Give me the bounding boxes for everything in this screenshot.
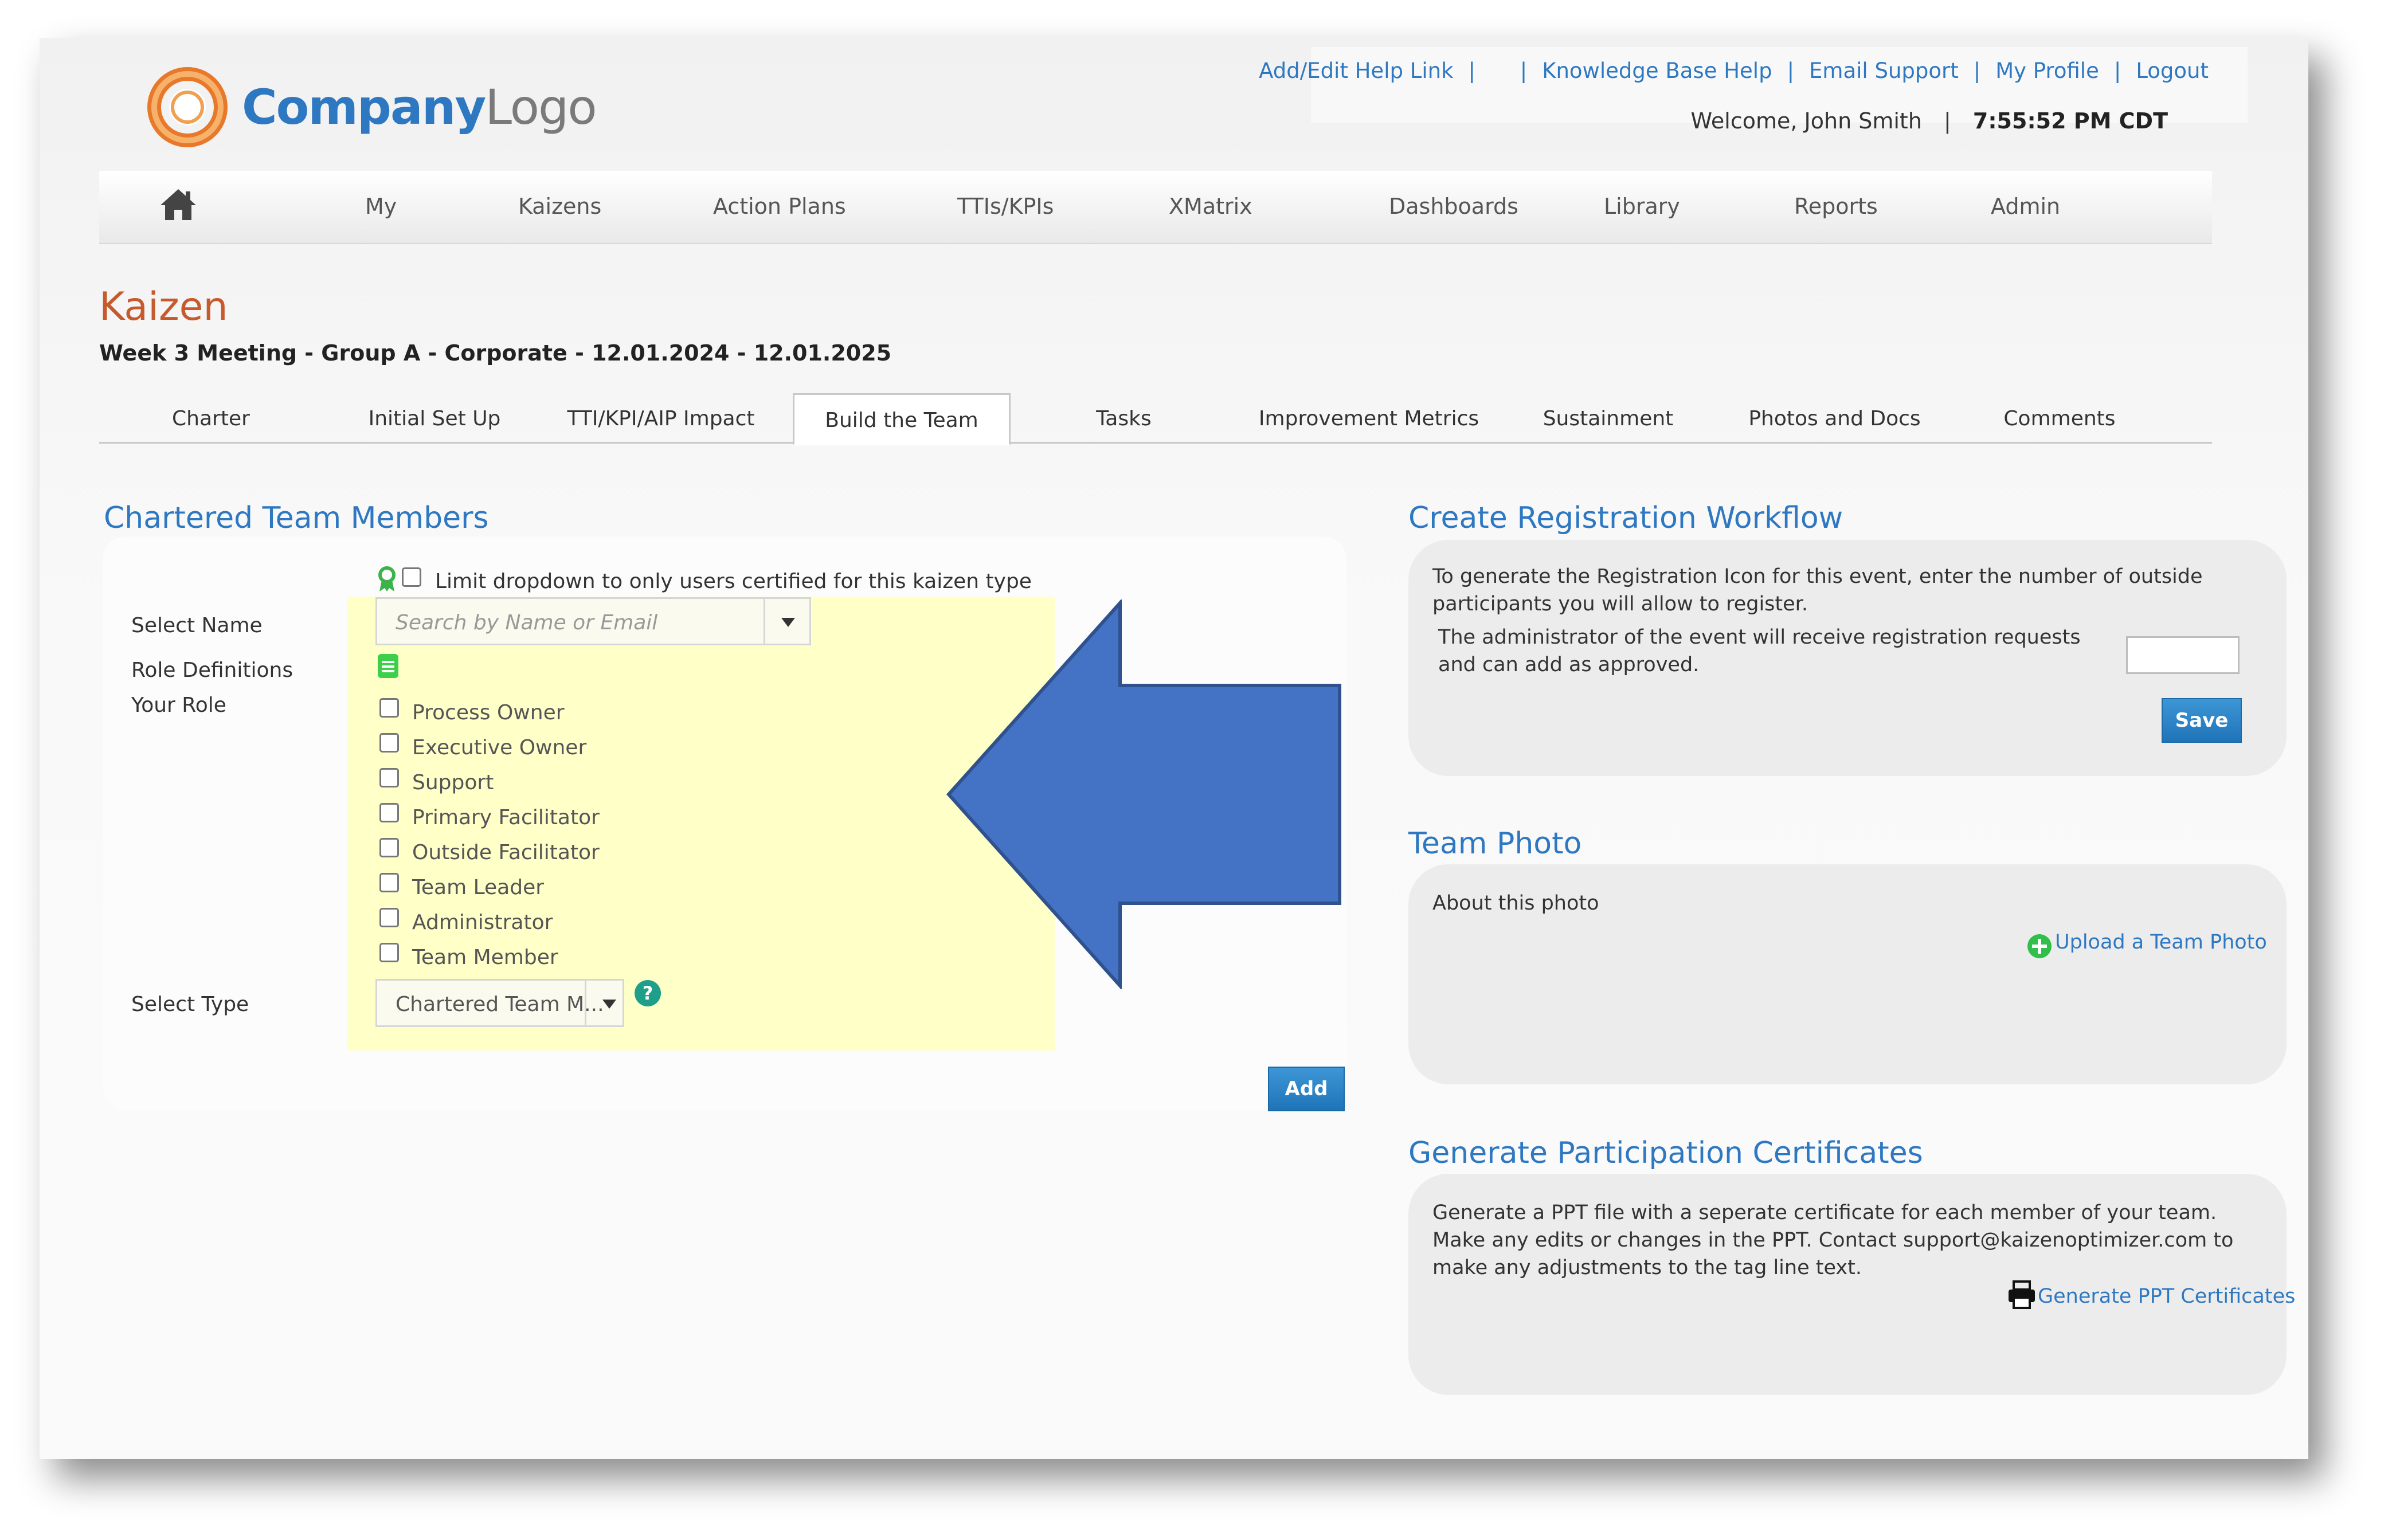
limit-dropdown-label: Limit dropdown to only users certified f… bbox=[435, 570, 1032, 593]
role-label-primary-facilitator: Primary Facilitator bbox=[412, 806, 600, 829]
page: CompanyLogo Add/Edit Help Link | | Knowled… bbox=[40, 38, 2308, 1459]
help-icon[interactable]: ? bbox=[633, 979, 662, 1008]
nav-ttis-kpis[interactable]: TTIs/KPIs bbox=[957, 194, 1054, 219]
separator: | bbox=[2113, 58, 2121, 83]
plus-circle-icon[interactable] bbox=[2026, 933, 2053, 959]
my-profile-link[interactable]: My Profile bbox=[1995, 58, 2099, 83]
your-role-label: Your Role bbox=[131, 693, 226, 717]
chevron-down-icon[interactable] bbox=[764, 599, 809, 644]
role-checkbox-team-leader[interactable] bbox=[379, 873, 399, 892]
screenshot-frame: CompanyLogo Add/Edit Help Link | | Knowled… bbox=[40, 38, 2308, 1459]
nav-action-plans[interactable]: Action Plans bbox=[713, 194, 846, 219]
separator: | bbox=[1468, 58, 1475, 83]
role-label-support: Support bbox=[412, 771, 494, 794]
select-type-label: Select Type bbox=[131, 993, 249, 1016]
tab-tasks[interactable]: Tasks bbox=[1011, 393, 1237, 444]
role-checkbox-process-owner[interactable] bbox=[379, 698, 399, 718]
separator: | bbox=[1944, 108, 1951, 134]
tab-charter[interactable]: Charter bbox=[99, 393, 323, 444]
save-button[interactable]: Save bbox=[2162, 698, 2242, 743]
role-label-outside-facilitator: Outside Facilitator bbox=[412, 841, 600, 864]
nav-xmatrix[interactable]: XMatrix bbox=[1169, 194, 1252, 219]
logo-text: CompanyLogo bbox=[242, 79, 597, 135]
role-checkbox-support[interactable] bbox=[379, 768, 399, 787]
tab-tti-kpi-aip-impact[interactable]: TTI/KPI/AIP Impact bbox=[546, 393, 776, 444]
participants-input[interactable] bbox=[2126, 636, 2240, 674]
welcome-text: Welcome, John Smith bbox=[1690, 108, 1922, 134]
team-photo-title: Team Photo bbox=[1408, 826, 1582, 861]
role-checkbox-team-member[interactable] bbox=[379, 943, 399, 962]
page-title: Kaizen bbox=[99, 284, 228, 330]
role-label-team-leader: Team Leader bbox=[412, 876, 545, 899]
tab-initial-set-up[interactable]: Initial Set Up bbox=[323, 393, 546, 444]
role-label-team-member: Team Member bbox=[412, 946, 558, 969]
role-checkbox-executive-owner[interactable] bbox=[379, 733, 399, 753]
type-select[interactable]: Chartered Team M... bbox=[375, 979, 624, 1027]
printer-icon[interactable] bbox=[2007, 1280, 2037, 1309]
nav-my[interactable]: My bbox=[365, 194, 397, 219]
svg-text:?: ? bbox=[643, 982, 653, 1004]
tab-improvement-metrics[interactable]: Improvement Metrics bbox=[1237, 393, 1501, 444]
email-support-link[interactable]: Email Support bbox=[1809, 58, 1959, 83]
search-placeholder: Search by Name or Email bbox=[396, 611, 658, 634]
clock-time: 7:55:52 PM CDT bbox=[1972, 108, 2168, 134]
top-links: Add/Edit Help Link | | Knowledge Base Help… bbox=[1259, 58, 2209, 83]
select-name-label: Select Name bbox=[131, 614, 263, 637]
generate-ppt-link[interactable]: Generate PPT Certificates bbox=[2038, 1283, 2295, 1310]
role-label-process-owner: Process Owner bbox=[412, 701, 565, 724]
nav-library[interactable]: Library bbox=[1604, 194, 1680, 219]
nav-kaizens[interactable]: Kaizens bbox=[518, 194, 601, 219]
limit-dropdown-checkbox[interactable] bbox=[402, 567, 421, 587]
company-logo[interactable]: CompanyLogo bbox=[147, 66, 597, 148]
role-checkbox-primary-facilitator[interactable] bbox=[379, 803, 399, 822]
tab-comments[interactable]: Comments bbox=[1954, 393, 2166, 444]
add-button[interactable]: Add bbox=[1268, 1067, 1345, 1111]
role-checkbox-administrator[interactable] bbox=[379, 908, 399, 927]
nav-reports[interactable]: Reports bbox=[1794, 194, 1878, 219]
main-navbar: My Kaizens Action Plans TTIs/KPIs XMatri… bbox=[99, 171, 2212, 244]
chartered-team-title: Chartered Team Members bbox=[104, 501, 489, 535]
certified-ribbon-icon bbox=[378, 566, 396, 591]
role-label-executive-owner: Executive Owner bbox=[412, 736, 587, 759]
role-checkbox-outside-facilitator[interactable] bbox=[379, 838, 399, 857]
separator: | bbox=[1520, 58, 1528, 83]
certificates-title: Generate Participation Certificates bbox=[1408, 1136, 1923, 1170]
logo-text-logo: Logo bbox=[485, 79, 597, 135]
logo-text-company: Company bbox=[242, 79, 486, 135]
nav-admin[interactable]: Admin bbox=[1991, 194, 2060, 219]
knowledge-base-help-link[interactable]: Knowledge Base Help bbox=[1542, 58, 1772, 83]
team-photo-panel: About this photo Upload a Team Photo bbox=[1408, 864, 2287, 1084]
home-icon[interactable] bbox=[159, 187, 197, 222]
role-definitions-icon[interactable] bbox=[377, 653, 400, 679]
tab-bar: Charter Initial Set Up TTI/KPI/AIP Impac… bbox=[99, 393, 2212, 445]
registration-text-1: To generate the Registration Icon for th… bbox=[1432, 565, 2203, 616]
add-edit-help-link[interactable]: Add/Edit Help Link bbox=[1259, 58, 1453, 83]
certificates-panel: Generate a PPT file with a seperate cert… bbox=[1408, 1174, 2295, 1395]
type-select-value: Chartered Team M... bbox=[396, 993, 604, 1016]
blue-arrow-annotation bbox=[946, 599, 1341, 989]
page-subtitle: Week 3 Meeting - Group A - Corporate - 1… bbox=[99, 340, 892, 366]
logout-link[interactable]: Logout bbox=[2136, 58, 2209, 83]
registration-panel: To generate the Registration Icon for th… bbox=[1408, 540, 2287, 776]
tab-build-the-team[interactable]: Build the Team bbox=[793, 393, 1011, 445]
chevron-down-icon[interactable] bbox=[585, 981, 623, 1025]
registration-text-2: The administrator of the event will rece… bbox=[1438, 626, 2081, 676]
role-label-administrator: Administrator bbox=[412, 911, 553, 934]
certificates-text: Generate a PPT file with a seperate cert… bbox=[1432, 1201, 2234, 1279]
upload-team-photo-link[interactable]: Upload a Team Photo bbox=[2055, 928, 2267, 956]
registration-title: Create Registration Workflow bbox=[1408, 501, 1843, 535]
separator: | bbox=[1973, 58, 1981, 83]
tab-sustainment[interactable]: Sustainment bbox=[1501, 393, 1716, 444]
role-definitions-label: Role Definitions bbox=[131, 659, 293, 682]
nav-dashboards[interactable]: Dashboards bbox=[1389, 194, 1518, 219]
separator: | bbox=[1787, 58, 1795, 83]
name-search-select[interactable]: Search by Name or Email bbox=[375, 597, 811, 645]
logo-ring-icon bbox=[147, 67, 228, 147]
about-photo-label: About this photo bbox=[1432, 892, 1599, 915]
welcome-line: Welcome, John Smith | 7:55:52 PM CDT bbox=[1691, 108, 2168, 134]
tab-photos-and-docs[interactable]: Photos and Docs bbox=[1716, 393, 1954, 444]
